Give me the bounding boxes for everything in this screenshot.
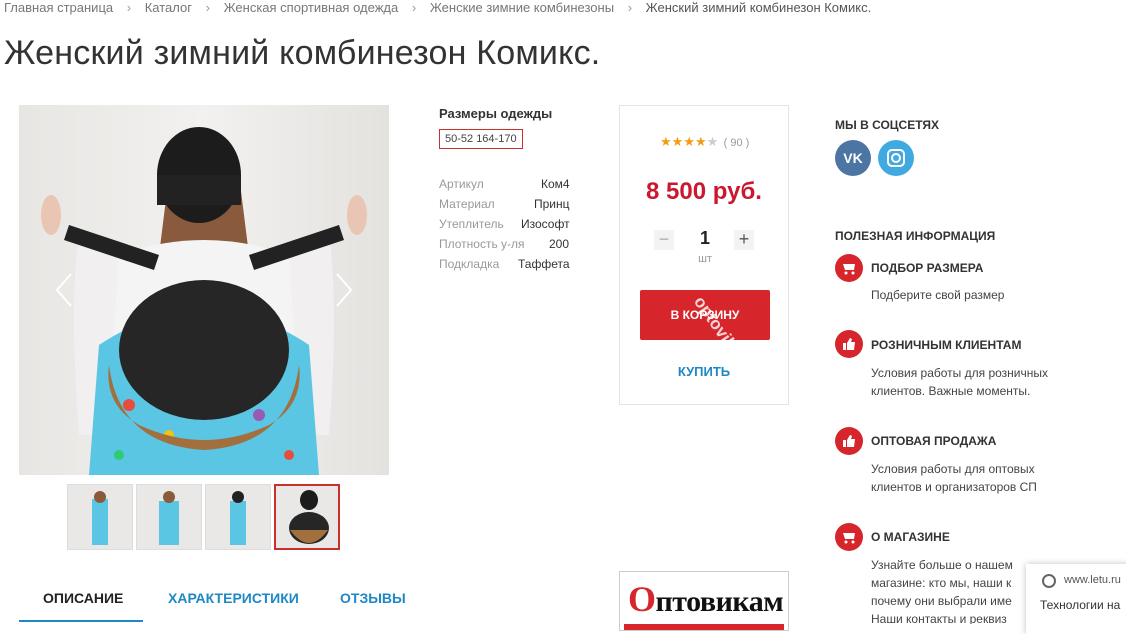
spec-label-lining: Подкладка — [439, 257, 500, 271]
page-title: Женский зимний комбинезон Комикс. — [4, 34, 601, 72]
info-text-about: Узнайте больше о нашем магазине: кто мы,… — [871, 558, 1013, 624]
quantity-plus-button[interactable]: + — [734, 230, 754, 250]
rating[interactable]: ★★★★★ ( 90 ) — [660, 134, 749, 150]
breadcrumb: Главная страница › Каталог › Женская спо… — [4, 0, 871, 15]
chevron-left-icon[interactable] — [51, 270, 77, 310]
quantity-unit: шт — [698, 253, 712, 265]
breadcrumb-sportswear[interactable]: Женская спортивная одежда — [224, 0, 399, 15]
thumbnail-2[interactable] — [136, 484, 202, 550]
info-text-wholesale: Условия работы для оптовых клиентов и ор… — [871, 462, 1037, 494]
quantity-value[interactable]: 1 — [694, 228, 716, 249]
browser-icon — [1042, 574, 1056, 588]
breadcrumb-separator: › — [205, 0, 210, 15]
spec-value-density: 200 — [549, 237, 570, 251]
thumbnail-3[interactable] — [205, 484, 271, 550]
breadcrumb-separator: › — [126, 0, 132, 15]
tab-reviews[interactable]: ОТЗЫВЫ — [340, 590, 406, 606]
price: 8 500 руб. — [646, 178, 762, 205]
info-text-size: Подберите свой размер — [871, 288, 1005, 302]
banner-text: Оптовикам — [628, 579, 784, 619]
spec-label-insulation: Утеплитель — [439, 217, 504, 231]
vk-icon[interactable]: VK — [835, 140, 871, 176]
info-title-retail[interactable]: РОЗНИЧНЫМ КЛИЕНТАМ — [871, 338, 1021, 352]
info-text-retail: Условия работы для розничных клиентов. В… — [871, 366, 1049, 398]
info-title-wholesale[interactable]: ОПТОВАЯ ПРОДАЖА — [871, 434, 996, 448]
spec-value-insulation: Изософт — [521, 217, 570, 231]
spec-label-article: Артикул — [439, 177, 484, 191]
wholesale-banner[interactable]: Оптовикам — [619, 571, 789, 631]
thumbnail-1[interactable] — [67, 484, 133, 550]
thumbs-up-icon — [835, 427, 863, 455]
social-title: МЫ В СОЦСЕТЯХ — [835, 118, 940, 132]
breadcrumb-separator: › — [411, 0, 417, 15]
info-title-about[interactable]: О МАГАЗИНЕ — [871, 530, 950, 544]
spec-label-material: Материал — [439, 197, 495, 211]
buy-box: ★★★★★ ( 90 ) 8 500 руб. − 1 шт + В КОРЗИ… — [619, 105, 789, 405]
instagram-icon[interactable] — [878, 140, 914, 176]
breadcrumb-home[interactable]: Главная страница — [4, 0, 113, 15]
spec-value-material: Принц — [534, 197, 570, 211]
tab-description[interactable]: ОПИСАНИЕ — [43, 590, 123, 606]
info-title-size[interactable]: ПОДБОР РАЗМЕРА — [871, 261, 983, 275]
thumbnail-4[interactable] — [274, 484, 340, 550]
tab-active-underline — [19, 620, 143, 622]
breadcrumb-winter-suits[interactable]: Женские зимние комбинезоны — [430, 0, 614, 15]
useful-info-title: ПОЛЕЗНАЯ ИНФОРМАЦИЯ — [835, 229, 996, 243]
star-icon: ★ — [660, 134, 672, 149]
star-icon: ★ — [683, 134, 695, 149]
thumbs-up-icon — [835, 330, 863, 358]
add-to-cart-button[interactable]: В КОРЗИНУ optovik.ru — [640, 290, 770, 371]
breadcrumb-catalog[interactable]: Каталог — [145, 0, 192, 15]
rating-count: ( 90 ) — [723, 137, 750, 149]
cart-icon — [835, 254, 863, 282]
quantity-minus-button[interactable]: − — [654, 230, 674, 250]
star-icon: ★ — [671, 134, 684, 149]
product-main-image[interactable] — [19, 105, 389, 475]
tab-characteristics[interactable]: ХАРАКТЕРИСТИКИ — [168, 590, 299, 606]
banner-bar — [624, 624, 784, 630]
svg-text:VK: VK — [843, 150, 862, 166]
buy-now-link[interactable]: КУПИТЬ — [620, 364, 788, 379]
star-icon: ★ — [694, 134, 707, 149]
star-empty-icon: ★ — [706, 134, 719, 149]
cart-icon — [835, 523, 863, 551]
spec-label-density: Плотность у-ля — [439, 237, 525, 251]
sizes-title: Размеры одежды — [439, 106, 553, 121]
spec-value-article: Ком4 — [541, 177, 570, 191]
breadcrumb-current: Женский зимний комбинезон Комикс. — [645, 0, 872, 15]
chevron-right-icon[interactable] — [331, 270, 357, 310]
popup-text: Технологии на — [1040, 598, 1121, 612]
size-option-selected[interactable]: 50-52 164-170 — [439, 129, 523, 149]
popup-url: www.letu.ru — [1064, 574, 1121, 586]
spec-value-lining: Таффета — [518, 257, 570, 271]
breadcrumb-separator: › — [627, 0, 633, 15]
